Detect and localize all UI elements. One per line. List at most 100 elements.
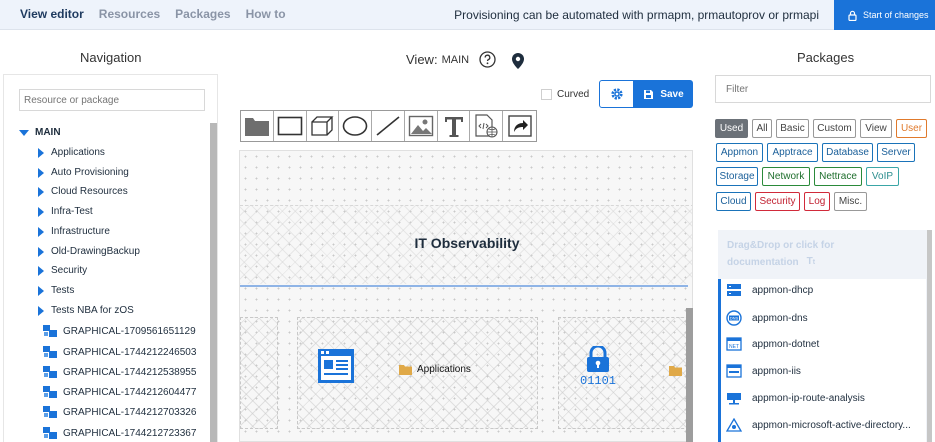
- tree-folder[interactable]: Security: [38, 265, 87, 276]
- top-bar: View editor Resources Packages How to Pr…: [0, 0, 935, 30]
- chip-log[interactable]: Log: [804, 192, 830, 211]
- tree-folder[interactable]: Infrastructure: [38, 226, 110, 237]
- chip-database[interactable]: Database: [822, 143, 873, 162]
- applications-folder[interactable]: Applications: [399, 364, 471, 375]
- package-item[interactable]: appmon-iis: [726, 364, 801, 378]
- tree-graphical[interactable]: GRAPHICAL-1744212538955: [42, 365, 196, 379]
- tree-folder[interactable]: Auto Provisioning: [38, 167, 129, 178]
- tree-graphical-label: GRAPHICAL-1744212703326: [63, 406, 197, 418]
- help-icon[interactable]: [479, 51, 496, 68]
- chip-nettrace[interactable]: Nettrace: [814, 167, 862, 186]
- canvas-cell-applications[interactable]: Applications: [297, 317, 538, 429]
- cube-tool[interactable]: [307, 111, 340, 141]
- tree-folder-label: Applications: [51, 147, 105, 158]
- link-tool[interactable]: [503, 111, 536, 141]
- rectangle-tool[interactable]: [274, 111, 307, 141]
- tree-folder[interactable]: Tests NBA for zOS: [38, 305, 134, 316]
- chevron-right-icon: [38, 186, 44, 197]
- tree-graphical[interactable]: GRAPHICAL-1744212723367: [42, 426, 196, 440]
- tree-graphical[interactable]: GRAPHICAL-1744212703326: [42, 405, 196, 419]
- graphical-view-icon: [43, 346, 57, 358]
- chip-cloud[interactable]: Cloud: [716, 192, 751, 211]
- package-item[interactable]: appmon-dhcp: [726, 283, 813, 297]
- chip-user[interactable]: User: [896, 119, 927, 138]
- tree-folder-label: Infra-Test: [51, 206, 93, 217]
- chip-misc[interactable]: Misc.: [834, 192, 867, 211]
- tree-graphical[interactable]: GRAPHICAL-1744212246503: [42, 345, 196, 359]
- chip-server[interactable]: Server: [877, 143, 915, 162]
- tree-folder-label: Tests NBA for zOS: [51, 305, 134, 316]
- tree-folder[interactable]: Old-DrawingBackup: [38, 246, 140, 257]
- canvas-scrollbar[interactable]: [686, 308, 693, 442]
- tree-graphical[interactable]: GRAPHICAL-1744212604477: [42, 385, 196, 399]
- drawing-canvas[interactable]: IT Observability Applications 01101: [239, 150, 693, 442]
- padlock-icon: [587, 346, 609, 372]
- curved-toggle[interactable]: Curved: [541, 89, 589, 100]
- canvas-cell-security[interactable]: 01101: [558, 317, 692, 429]
- tree-folder[interactable]: Infra-Test: [38, 206, 93, 217]
- ellipse-tool[interactable]: [339, 111, 373, 141]
- save-button[interactable]: Save: [634, 80, 693, 108]
- text-icon: [444, 117, 463, 137]
- image-icon: [408, 115, 433, 137]
- text-size-icon: Tt: [806, 256, 816, 267]
- chip-basic[interactable]: Basic: [776, 119, 809, 138]
- chip-voip[interactable]: VoIP: [866, 167, 899, 186]
- chip-storage[interactable]: Storage: [716, 167, 758, 186]
- save-label: Save: [660, 88, 684, 100]
- graphical-view-icon: [43, 325, 57, 337]
- packages-title: Packages: [797, 50, 855, 65]
- navigation-scrollbar[interactable]: [210, 123, 217, 442]
- package-list-scrollbar[interactable]: [927, 230, 932, 442]
- html-tool[interactable]: [470, 111, 504, 141]
- shortcut-arrow-icon: [507, 115, 532, 137]
- package-item[interactable]: appmon-microsoft-active-directory...: [726, 418, 911, 432]
- chip-security[interactable]: Security: [755, 192, 800, 211]
- tab-how-to[interactable]: How to: [246, 7, 286, 21]
- rectangle-icon: [277, 116, 302, 136]
- tree-folder-label: Security: [51, 265, 88, 276]
- chip-appmon[interactable]: Appmon: [716, 143, 763, 162]
- router-icon: [727, 393, 741, 405]
- tree-root-main[interactable]: MAIN: [19, 127, 61, 138]
- chip-all[interactable]: All: [752, 119, 772, 138]
- main-tabs: View editor Resources Packages How to: [20, 7, 286, 21]
- tree-graphical[interactable]: GRAPHICAL-1709561651129: [42, 324, 196, 338]
- tab-resources[interactable]: Resources: [99, 7, 160, 21]
- code-document-icon: [475, 114, 498, 138]
- start-of-changes-button[interactable]: Start of changes: [834, 0, 935, 30]
- graphical-view-icon: [43, 386, 57, 398]
- navigation-title: Navigation: [80, 50, 142, 65]
- chip-view[interactable]: View: [860, 119, 892, 138]
- chip-network[interactable]: Network: [762, 167, 810, 186]
- tree-folder[interactable]: Applications: [38, 147, 105, 158]
- tree-folder[interactable]: Cloud Resources: [38, 186, 128, 197]
- package-item[interactable]: DNS appmon-dns: [726, 310, 808, 326]
- tab-packages[interactable]: Packages: [175, 7, 230, 21]
- chip-used[interactable]: Used: [715, 119, 748, 138]
- package-item-label: appmon-microsoft-active-directory...: [752, 419, 911, 431]
- package-item[interactable]: NET appmon-dotnet: [726, 337, 819, 351]
- settings-button[interactable]: [599, 80, 634, 108]
- tree-folder-label: Cloud Resources: [51, 186, 128, 197]
- tab-view-editor[interactable]: View editor: [20, 7, 84, 21]
- canvas-cell[interactable]: [240, 317, 278, 429]
- image-tool[interactable]: [405, 111, 438, 141]
- folder-tool[interactable]: [241, 111, 274, 141]
- package-item-label: appmon-ip-route-analysis: [752, 392, 865, 404]
- chip-custom[interactable]: Custom: [813, 119, 856, 138]
- package-item[interactable]: appmon-ip-route-analysis: [726, 391, 865, 405]
- line-tool[interactable]: [372, 111, 405, 141]
- package-item-label: appmon-dotnet: [752, 338, 820, 350]
- lock-icon: [848, 10, 857, 21]
- text-tool[interactable]: [438, 111, 471, 141]
- map-pin-icon[interactable]: [511, 52, 525, 70]
- dns-globe-icon: DNS: [726, 310, 742, 326]
- package-filter-input[interactable]: [715, 75, 931, 103]
- svg-text:DNS: DNS: [730, 316, 739, 321]
- resource-search-input[interactable]: [19, 89, 205, 111]
- tree-folder[interactable]: Tests: [38, 285, 74, 296]
- chip-apptrace[interactable]: Apptrace: [767, 143, 818, 162]
- separator-line: [240, 285, 688, 287]
- curved-checkbox[interactable]: [541, 89, 552, 100]
